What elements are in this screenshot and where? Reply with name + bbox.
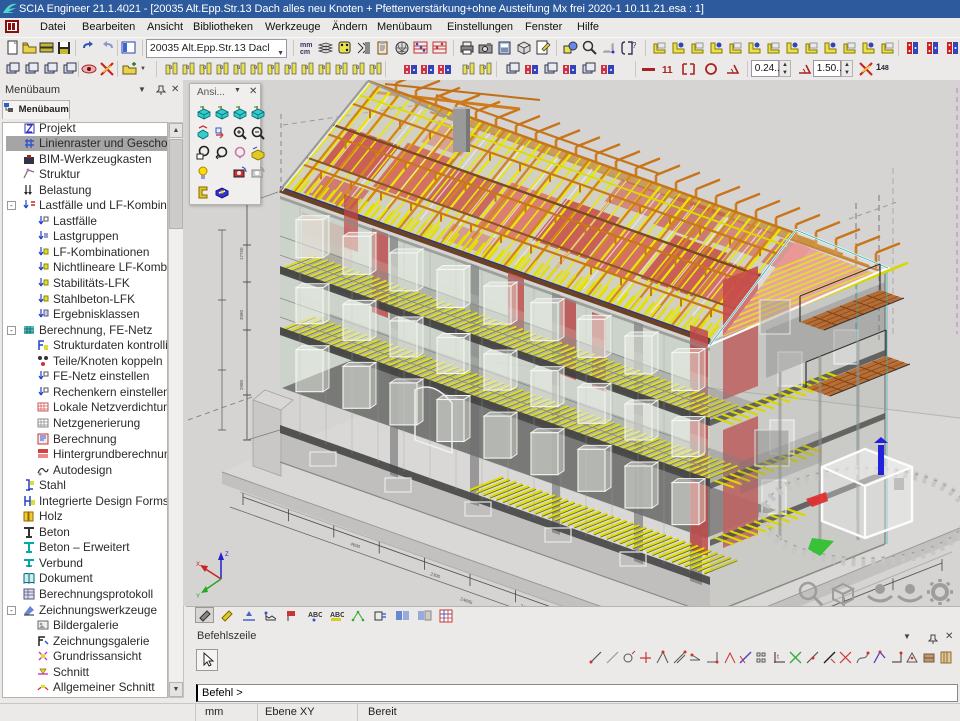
svg-text:3080: 3080 (239, 309, 244, 320)
svg-text:2980: 2980 (239, 379, 244, 390)
svg-text:o: o (220, 65, 224, 71)
svg-text:o: o (203, 65, 207, 71)
svg-text:o: o (254, 65, 258, 71)
svg-text:11: 11 (662, 65, 673, 76)
svg-text:cm: cm (300, 49, 310, 56)
svg-text:o: o (483, 65, 487, 71)
svg-text:17750: 17750 (239, 247, 244, 260)
svg-text:o: o (373, 65, 377, 71)
svg-text:o: o (322, 65, 326, 71)
svg-text:ABC: ABC (330, 612, 344, 619)
svg-text:o: o (186, 65, 190, 71)
svg-text:o: o (288, 65, 292, 71)
svg-text:Y: Y (196, 594, 200, 600)
svg-text:Z: Z (225, 552, 229, 558)
svg-text:o: o (339, 65, 343, 71)
svg-text:o: o (356, 65, 360, 71)
svg-text:?: ? (632, 41, 636, 50)
svg-text:o: o (237, 65, 241, 71)
svg-text:o: o (271, 65, 275, 71)
svg-text:X: X (196, 562, 200, 568)
svg-text:o: o (169, 65, 173, 71)
svg-text:o: o (466, 65, 470, 71)
svg-text:t: t (777, 654, 779, 661)
svg-text:o: o (305, 65, 309, 71)
svg-text:mm: mm (300, 42, 312, 49)
svg-text:ABC: ABC (308, 612, 322, 619)
